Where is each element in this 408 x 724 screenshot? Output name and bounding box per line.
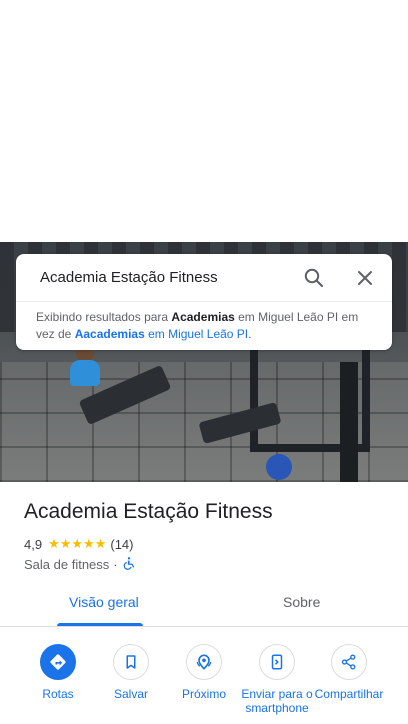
- rating-value: 4,9: [24, 536, 43, 552]
- share-button[interactable]: Compartilhar: [313, 644, 385, 701]
- send-to-phone-icon[interactable]: [259, 644, 295, 680]
- directions-label: Rotas: [42, 687, 74, 701]
- directions-button[interactable]: Rotas: [22, 644, 94, 701]
- separator-dot: ·: [113, 556, 118, 572]
- tab-bar: Visão geral Sobre: [0, 582, 408, 627]
- note-corrected-term: Academias: [171, 310, 235, 324]
- send-to-phone-label: Enviar para o smartphone: [241, 687, 313, 715]
- category-row: Sala de fitness ·: [24, 555, 136, 573]
- wheelchair-icon: [122, 556, 136, 573]
- search-card: Academia Estação Fitness Exibindo result…: [16, 254, 392, 350]
- send-to-phone-button[interactable]: Enviar para o smartphone: [241, 644, 313, 715]
- nearby-icon[interactable]: [186, 644, 222, 680]
- tab-about[interactable]: Sobre: [283, 594, 320, 610]
- photo-weight-plate: [266, 454, 292, 480]
- tab-overview[interactable]: Visão geral: [69, 594, 139, 610]
- share-label: Compartilhar: [314, 687, 384, 701]
- review-count[interactable]: (14): [110, 537, 133, 552]
- active-tab-indicator: [57, 623, 143, 626]
- photo-pillar: [340, 362, 358, 482]
- spelling-correction-note: Exibindo resultados para Academias em Mi…: [36, 309, 376, 343]
- save-label: Salvar: [113, 687, 148, 701]
- share-icon[interactable]: [331, 644, 367, 680]
- place-title: Academia Estação Fitness: [24, 500, 273, 523]
- rating-row[interactable]: 4,9 ★★★★★ (14): [24, 535, 133, 553]
- blank-map-area: [0, 0, 408, 242]
- note-end: .: [248, 327, 252, 341]
- original-query-link[interactable]: Aacademias em Miguel Leão PI: [75, 327, 248, 341]
- photo-person: [70, 360, 100, 386]
- directions-icon[interactable]: [40, 644, 76, 680]
- note-prefix: Exibindo resultados para: [36, 310, 172, 324]
- search-input[interactable]: Academia Estação Fitness: [40, 269, 218, 286]
- close-icon[interactable]: [353, 266, 377, 290]
- original-query-rest[interactable]: em Miguel Leão PI: [145, 327, 248, 341]
- original-query-term[interactable]: Aacademias: [75, 327, 145, 341]
- place-category: Sala de fitness: [24, 556, 110, 572]
- save-button[interactable]: Salvar: [95, 644, 167, 701]
- nearby-label: Próximo: [181, 687, 226, 701]
- search-box[interactable]: Academia Estação Fitness: [16, 254, 392, 302]
- bookmark-icon[interactable]: [113, 644, 149, 680]
- star-rating: ★★★★★: [48, 536, 107, 551]
- nearby-button[interactable]: Próximo: [168, 644, 240, 701]
- action-bar: Rotas Salvar Próximo Enviar para o smart…: [0, 640, 408, 724]
- search-icon[interactable]: [302, 266, 326, 290]
